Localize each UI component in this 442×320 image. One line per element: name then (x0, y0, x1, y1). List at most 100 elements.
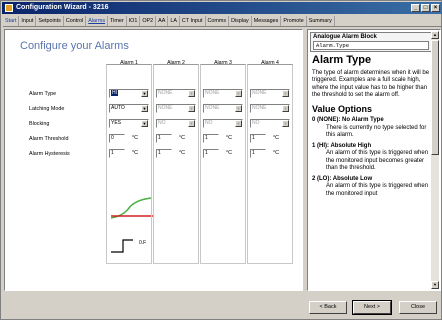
help-header: Analogue Alarm Block Alarm.Type (310, 32, 432, 52)
tab-la[interactable]: LA (168, 15, 180, 26)
alarm-1-latching-select[interactable]: AUTO ▼ (109, 104, 149, 113)
next-button[interactable]: Next > (352, 300, 392, 315)
alarm-1-hysteresis-input[interactable]: 1 (109, 149, 125, 158)
help-body: Alarm Type The type of alarm determines … (312, 54, 430, 198)
alarm-4-latching-select[interactable]: NONE ▼ (250, 104, 290, 113)
wizard-tab-bar: Start Input Setpoints Control Alarms Timer IO1… (3, 15, 441, 27)
tab-io1[interactable]: IO1 (127, 15, 141, 26)
alarm-1-threshold-input[interactable]: 0 (109, 134, 125, 143)
tab-aa[interactable]: AA (156, 15, 169, 26)
tab-messages[interactable]: Messages (252, 15, 282, 26)
help-header-title: Analogue Alarm Block (313, 34, 377, 40)
tab-control[interactable]: Control (64, 15, 87, 26)
alarm-2-threshold-input[interactable]: 1 (156, 134, 172, 143)
wizard-window: Configuration Wizard - 3216 _ □ × Start I… (0, 0, 442, 320)
dropdown-arrow-icon[interactable]: ▼ (235, 120, 242, 127)
help-option-text: There is currently no type selected for … (326, 124, 427, 139)
dropdown-arrow-icon[interactable]: ▼ (141, 90, 148, 97)
row-label-alarm-hysteresis: Alarm Hysteresis (29, 151, 70, 157)
alarm-1-blocking-value: YES (111, 120, 122, 126)
help-option-head: 2 (LO): Absolute Low (312, 175, 373, 182)
alarm-4-threshold-input[interactable]: 1 (250, 134, 266, 143)
close-window-button[interactable]: × (431, 4, 440, 12)
alarm-1-hysteresis-unit: °C (132, 150, 139, 156)
help-title: Alarm Type (312, 54, 372, 66)
tab-display[interactable]: Display (229, 15, 252, 26)
dropdown-arrow-icon[interactable]: ▼ (188, 120, 195, 127)
help-option-head: 0 (NONE): No Alarm Type (312, 117, 384, 123)
alarm-2-type-select[interactable]: NONE ▼ (156, 89, 196, 98)
alarm-4-type-select[interactable]: NONE ▼ (250, 89, 290, 98)
dropdown-arrow-icon[interactable]: ▼ (282, 105, 289, 112)
tab-promote[interactable]: Promote (281, 15, 307, 26)
dropdown-arrow-icon[interactable]: ▼ (235, 105, 242, 112)
tab-comms[interactable]: Comms (206, 15, 230, 26)
tab-timer[interactable]: Timer (108, 15, 127, 26)
minimize-button[interactable]: _ (411, 4, 420, 12)
dropdown-arrow-icon[interactable]: ▼ (282, 90, 289, 97)
alarm-1-latching-value: AUTO (111, 105, 125, 111)
dropdown-arrow-icon[interactable]: ▼ (235, 90, 242, 97)
alarm-1-blocking-select[interactable]: YES ▼ (109, 119, 149, 128)
alarm-3-threshold-unit: °C (226, 135, 233, 141)
alarm-2-hysteresis-unit: °C (179, 150, 186, 156)
scroll-up-icon[interactable]: ▲ (431, 31, 439, 39)
alarm-2-header: Alarm 2 (167, 60, 185, 66)
help-options-title: Value Options (312, 103, 373, 114)
tab-op2[interactable]: OP2 (140, 15, 157, 26)
alarm-2-latching-value: NONE (158, 105, 173, 111)
tab-alarms[interactable]: Alarms (86, 15, 109, 26)
help-header-param: Alarm.Type (313, 41, 429, 50)
alarm-2-latching-select[interactable]: NONE ▼ (156, 104, 196, 113)
help-option-head: 1 (HI): Absolute High (312, 142, 372, 149)
app-icon (5, 4, 13, 12)
alarm-4-hysteresis-unit: °C (273, 150, 280, 156)
alarm-3-latching-select[interactable]: NONE ▼ (203, 104, 243, 113)
alarm-2-blocking-select[interactable]: NO ▼ (156, 119, 196, 128)
alarm-4-blocking-select[interactable]: NO ▼ (250, 119, 290, 128)
tab-input[interactable]: Input (19, 15, 37, 26)
alarm-4-latching-value: NONE (252, 105, 267, 111)
row-label-alarm-threshold: Alarm Threshold (29, 136, 69, 142)
alarm-config-panel: Configure your Alarms Alarm Type Latchin… (4, 29, 303, 291)
alarm-1-type-select[interactable]: HI ▼ (109, 89, 149, 98)
help-option-text: An alarm of this type is triggered when … (326, 150, 429, 171)
alarm-4-header: Alarm 4 (261, 60, 279, 66)
tab-setpoints[interactable]: Setpoints (36, 15, 64, 26)
tab-start[interactable]: Start (3, 15, 20, 26)
alarm-3-type-select[interactable]: NONE ▼ (203, 89, 243, 98)
row-label-blocking: Blocking (29, 121, 50, 127)
help-scrollbar[interactable]: ▲ ▼ (431, 31, 439, 289)
alarm-3-type-value: NONE (205, 90, 220, 96)
alarm-1-type-value: HI (111, 90, 118, 96)
close-button[interactable]: Close (399, 301, 437, 314)
tab-ct-input[interactable]: CT Input (180, 15, 206, 26)
alarm-4-hysteresis-input[interactable]: 1 (250, 149, 266, 158)
alarm-2-threshold-unit: °C (179, 135, 186, 141)
dropdown-arrow-icon[interactable]: ▼ (188, 90, 195, 97)
help-option-text: An alarm of this type is triggered when … (326, 183, 429, 197)
dropdown-arrow-icon[interactable]: ▼ (188, 105, 195, 112)
window-title: Configuration Wizard - 3216 (16, 4, 109, 11)
dropdown-arrow-icon[interactable]: ▼ (141, 120, 148, 127)
row-label-alarm-type: Alarm Type (29, 91, 57, 97)
scroll-thumb[interactable] (431, 40, 439, 155)
alarm-4-type-value: NONE (252, 90, 267, 96)
alarm-3-threshold-input[interactable]: 1 (203, 134, 219, 143)
dropdown-arrow-icon[interactable]: ▼ (141, 105, 148, 112)
maximize-button[interactable]: □ (421, 4, 430, 12)
scroll-down-icon[interactable]: ▼ (431, 281, 439, 289)
dropdown-arrow-icon[interactable]: ▼ (282, 120, 289, 127)
alarm-3-blocking-select[interactable]: NO ▼ (203, 119, 243, 128)
alarm-2-hysteresis-input[interactable]: 1 (156, 149, 172, 158)
alarm-4-threshold-unit: °C (273, 135, 280, 141)
tab-summary[interactable]: Summary (307, 15, 335, 26)
alarm-1-threshold-unit: °C (132, 135, 139, 141)
row-label-latching-mode: Latching Mode (29, 106, 65, 112)
back-button[interactable]: < Back (309, 301, 347, 314)
alarm-3-latching-value: NONE (205, 105, 220, 111)
help-options-list: 0 (NONE): No Alarm Type There is currentl… (312, 117, 430, 198)
alarm-2-type-value: NONE (158, 90, 173, 96)
alarm-3-hysteresis-input[interactable]: 1 (203, 149, 219, 158)
alarm-3-hysteresis-unit: °C (226, 150, 233, 156)
